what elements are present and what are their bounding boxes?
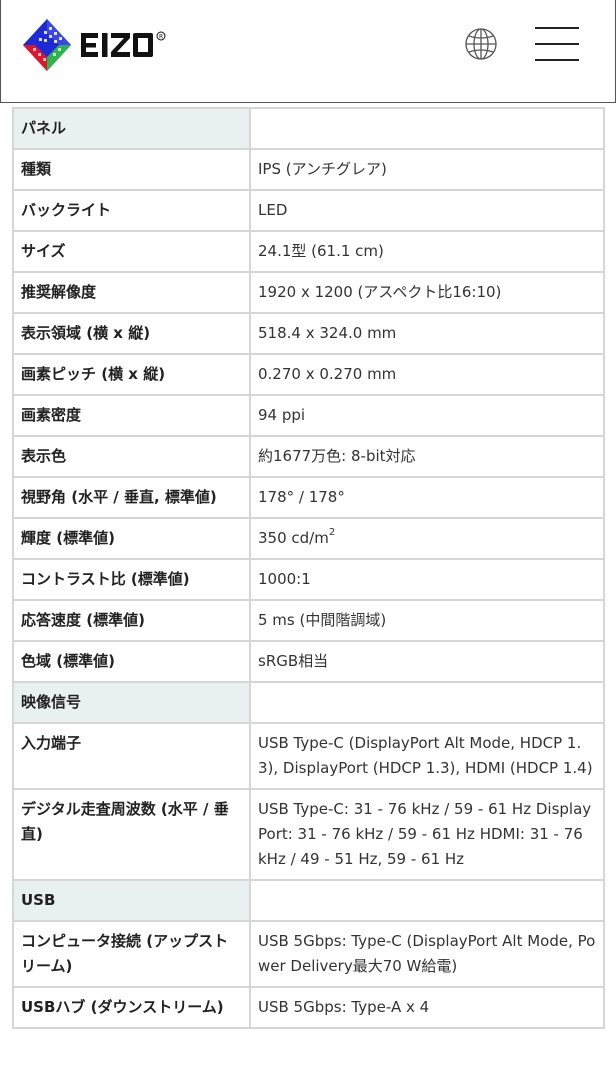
spec-row: バックライト LED — [12, 189, 605, 232]
spec-value: USB 5Gbps: Type-A x 4 — [249, 986, 605, 1029]
spec-value: USB Type-C: 31 - 76 kHz / 59 - 61 Hz Dis… — [249, 788, 605, 881]
spec-value-text: IPS (アンチグレア) — [258, 160, 387, 178]
menu-bar-top — [535, 27, 579, 29]
spec-value: USB Type-C (DisplayPort Alt Mode, HDCP 1… — [249, 722, 605, 790]
spec-label: 画素ピッチ (横 x 縦) — [12, 353, 251, 396]
spec-row: サイズ 24.1型 (61.1 cm) — [12, 230, 605, 273]
spec-label: USB — [12, 879, 251, 922]
site-header: R — [0, 0, 616, 103]
spec-label: 視野角 (水平 / 垂直, 標準値) — [12, 476, 251, 519]
spec-value: 1920 x 1200 (アスペクト比16:10) — [249, 271, 605, 314]
spec-value-text: 1920 x 1200 (アスペクト比16:10) — [258, 283, 502, 301]
spec-label: 映像信号 — [12, 681, 251, 724]
spec-value-text: 94 ppi — [258, 406, 306, 424]
spec-value: 350 cd/m2 — [249, 517, 605, 560]
spec-row: 色域 (標準値) sRGB相当 — [12, 640, 605, 683]
spec-label: 表示色 — [12, 435, 251, 478]
spec-label: 表示領域 (横 x 縦) — [12, 312, 251, 355]
spec-value-superscript: 2 — [328, 527, 336, 538]
spec-row: 表示領域 (横 x 縦) 518.4 x 324.0 mm — [12, 312, 605, 355]
spec-label: 画素密度 — [12, 394, 251, 437]
spec-table: パネル 種類 IPS (アンチグレア) バックライト LED サイズ 24.1型 (61.1… — [12, 107, 605, 1029]
spec-value: 約1677万色: 8-bit対応 — [249, 435, 605, 478]
svg-text:R: R — [159, 34, 163, 41]
spec-value: sRGB相当 — [249, 640, 605, 683]
spec-value-text: 24.1型 (61.1 cm) — [258, 242, 384, 260]
eizo-logo-mark: R — [23, 19, 166, 71]
spec-label: サイズ — [12, 230, 251, 273]
spec-value-text: 518.4 x 324.0 mm — [258, 324, 397, 342]
spec-value: 0.270 x 0.270 mm — [249, 353, 605, 396]
spec-row: 表示色 約1677万色: 8-bit対応 — [12, 435, 605, 478]
spec-value-text: 0.270 x 0.270 mm — [258, 365, 397, 383]
spec-row: 推奨解像度 1920 x 1200 (アスペクト比16:10) — [12, 271, 605, 314]
spec-row: デジタル走査周波数 (水平 / 垂直) USB Type-C: 31 - 76 k… — [12, 788, 605, 881]
spec-row: 入力端子 USB Type-C (DisplayPort Alt Mode, HD… — [12, 722, 605, 790]
menu-bar-middle — [535, 43, 579, 45]
spec-value — [249, 107, 605, 150]
spec-value: 5 ms (中間階調域) — [249, 599, 605, 642]
spec-row: コントラスト比 (標準値) 1000:1 — [12, 558, 605, 601]
spec-label: 応答速度 (標準値) — [12, 599, 251, 642]
spec-value-text: 5 ms (中間階調域) — [258, 611, 387, 629]
spec-value-text: 1000:1 — [258, 570, 311, 588]
spec-value: 1000:1 — [249, 558, 605, 601]
globe-icon[interactable] — [464, 27, 498, 61]
spec-value: 94 ppi — [249, 394, 605, 437]
menu-bar-bottom — [535, 59, 579, 61]
spec-value: IPS (アンチグレア) — [249, 148, 605, 191]
spec-row: コンピュータ接続 (アップストリーム) USB 5Gbps: Type-C (Di… — [12, 920, 605, 988]
spec-value-text: 350 cd/m — [258, 529, 329, 547]
spec-label: 輝度 (標準値) — [12, 517, 251, 560]
spec-row: 種類 IPS (アンチグレア) — [12, 148, 605, 191]
spec-label: デジタル走査周波数 (水平 / 垂直) — [12, 788, 251, 881]
spec-label: 色域 (標準値) — [12, 640, 251, 683]
spec-label: コントラスト比 (標準値) — [12, 558, 251, 601]
spec-value: 518.4 x 324.0 mm — [249, 312, 605, 355]
hamburger-menu-icon[interactable] — [535, 26, 579, 62]
spec-value-text: 178° / 178° — [258, 488, 345, 506]
spec-section-row: USB — [12, 879, 605, 922]
spec-row: 画素密度 94 ppi — [12, 394, 605, 437]
spec-label: バックライト — [12, 189, 251, 232]
eizo-logo[interactable]: R — [23, 16, 175, 74]
spec-label: コンピュータ接続 (アップストリーム) — [12, 920, 251, 988]
spec-value-text: USB 5Gbps: Type-A x 4 — [258, 998, 430, 1016]
spec-row: 輝度 (標準値) 350 cd/m2 — [12, 517, 605, 560]
spec-label: USBハブ (ダウンストリーム) — [12, 986, 251, 1029]
spec-section-row: パネル — [12, 107, 605, 150]
spec-value-text: USB 5Gbps: Type-C (DisplayPort Alt Mode,… — [258, 932, 596, 975]
spec-value-text: LED — [258, 201, 288, 219]
spec-value: 24.1型 (61.1 cm) — [249, 230, 605, 273]
spec-row: 応答速度 (標準値) 5 ms (中間階調域) — [12, 599, 605, 642]
spec-value: LED — [249, 189, 605, 232]
spec-label: パネル — [12, 107, 251, 150]
spec-value — [249, 879, 605, 922]
spec-value: USB 5Gbps: Type-C (DisplayPort Alt Mode,… — [249, 920, 605, 988]
spec-label: 入力端子 — [12, 722, 251, 790]
spec-value: 178° / 178° — [249, 476, 605, 519]
spec-row: 視野角 (水平 / 垂直, 標準値) 178° / 178° — [12, 476, 605, 519]
spec-row: USBハブ (ダウンストリーム) USB 5Gbps: Type-A x 4 — [12, 986, 605, 1029]
spec-value-text: USB Type-C (DisplayPort Alt Mode, HDCP 1… — [258, 734, 593, 777]
spec-value-text: USB Type-C: 31 - 76 kHz / 59 - 61 Hz Dis… — [258, 800, 592, 868]
spec-label: 推奨解像度 — [12, 271, 251, 314]
spec-value-text: 約1677万色: 8-bit対応 — [258, 447, 416, 465]
spec-value — [249, 681, 605, 724]
spec-section-row: 映像信号 — [12, 681, 605, 724]
spec-label: 種類 — [12, 148, 251, 191]
spec-value-text: sRGB相当 — [258, 652, 329, 670]
spec-row: 画素ピッチ (横 x 縦) 0.270 x 0.270 mm — [12, 353, 605, 396]
